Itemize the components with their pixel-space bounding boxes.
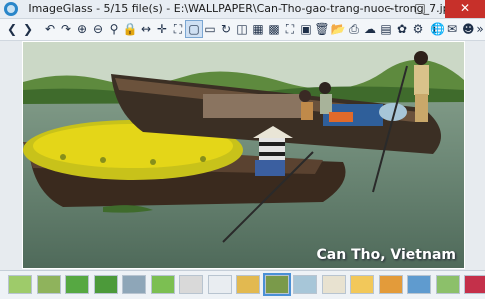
- back-icon[interactable]: ❮: [4, 21, 20, 37]
- thumbnail-item[interactable]: [293, 275, 317, 294]
- go-to-image-icon[interactable]: ◫: [234, 21, 250, 37]
- language-icon[interactable]: 🌐: [430, 21, 445, 37]
- thumbnail-item[interactable]: [350, 275, 374, 294]
- thumbnail-bar: [0, 270, 485, 299]
- forward-icon[interactable]: ❯: [20, 21, 36, 37]
- scale-height-icon[interactable]: ✛: [154, 21, 170, 37]
- community-icon[interactable]: ☻: [462, 21, 475, 37]
- zoom-out-icon[interactable]: ⊖: [90, 21, 106, 37]
- thumbnail-bar-icon[interactable]: ▦: [250, 21, 266, 37]
- thumbnail-item[interactable]: [93, 275, 118, 294]
- rotate-left-icon[interactable]: ↶: [42, 21, 58, 37]
- toolbar: ❮ ❯ ↶ ↷ ⊕ ⊖ ⚲ 🔒 ↔ ✛ ⛶ ▢ ▭ ↻ ◫ ▦ ▩ ⛶ ▣ 🗑 📂 ⎙ ☁ ▤ ✿ ⚙ ℹ 🌐 ✉ ☻»: [0, 19, 485, 41]
- close-button[interactable]: ✕: [445, 0, 485, 18]
- image-viewport[interactable]: Can Tho, Vietnam: [0, 41, 485, 270]
- thumbnail-item[interactable]: [321, 275, 346, 294]
- extract-frames-icon[interactable]: ▤: [378, 21, 394, 37]
- thumbnail-item[interactable]: [262, 273, 291, 296]
- thumbnail-item[interactable]: [236, 275, 260, 294]
- lock-zoom-icon[interactable]: 🔒: [122, 21, 138, 37]
- image-caption: Can Tho, Vietnam: [316, 247, 456, 263]
- thumbnail-item[interactable]: [378, 275, 403, 294]
- overflow-icon[interactable]: »: [474, 21, 485, 37]
- full-screen-icon[interactable]: ⛶: [282, 21, 298, 37]
- thumbnail-item[interactable]: [407, 275, 431, 294]
- actual-size-icon[interactable]: ▭: [202, 21, 218, 37]
- main-image: Can Tho, Vietnam: [22, 41, 465, 269]
- thumbnail-item[interactable]: [36, 275, 61, 294]
- title-bar: ImageGlass - 5/15 file(s) - E:\WALLPAPER…: [0, 0, 485, 19]
- thumbnail-item[interactable]: [464, 275, 485, 294]
- thumbnail-item[interactable]: [435, 275, 460, 294]
- upload-icon[interactable]: ☁: [362, 21, 378, 37]
- photo-canvas: [23, 42, 464, 268]
- adjust-window-icon[interactable]: ▢: [185, 20, 203, 38]
- thumbnail-item[interactable]: [8, 275, 32, 294]
- minimize-button[interactable]: –: [377, 0, 403, 18]
- print-icon[interactable]: ⎙: [346, 21, 362, 37]
- slideshow-icon[interactable]: ▣: [298, 21, 314, 37]
- thumbnail-item[interactable]: [122, 275, 146, 294]
- open-file-icon[interactable]: 📂: [330, 21, 346, 37]
- plugins-icon[interactable]: ✿: [394, 21, 410, 37]
- delete-icon[interactable]: 🗑: [314, 21, 330, 37]
- report-icon[interactable]: ✉: [446, 21, 458, 37]
- zoom-fit-icon[interactable]: ⚲: [106, 21, 122, 37]
- settings-icon[interactable]: ⚙: [410, 21, 426, 37]
- refresh-icon[interactable]: ↻: [218, 21, 234, 37]
- thumbnail-item[interactable]: [179, 275, 203, 294]
- thumbnail-item[interactable]: [150, 275, 175, 294]
- checkerboard-icon[interactable]: ▩: [266, 21, 282, 37]
- zoom-in-icon[interactable]: ⊕: [74, 21, 90, 37]
- auto-zoom-icon[interactable]: ⛶: [170, 21, 186, 37]
- thumbnail-item[interactable]: [207, 275, 232, 294]
- maximize-button[interactable]: □: [407, 0, 433, 18]
- thumbnail-item[interactable]: [65, 275, 89, 294]
- scale-width-icon[interactable]: ↔: [138, 21, 154, 37]
- rotate-right-icon[interactable]: ↷: [58, 21, 74, 37]
